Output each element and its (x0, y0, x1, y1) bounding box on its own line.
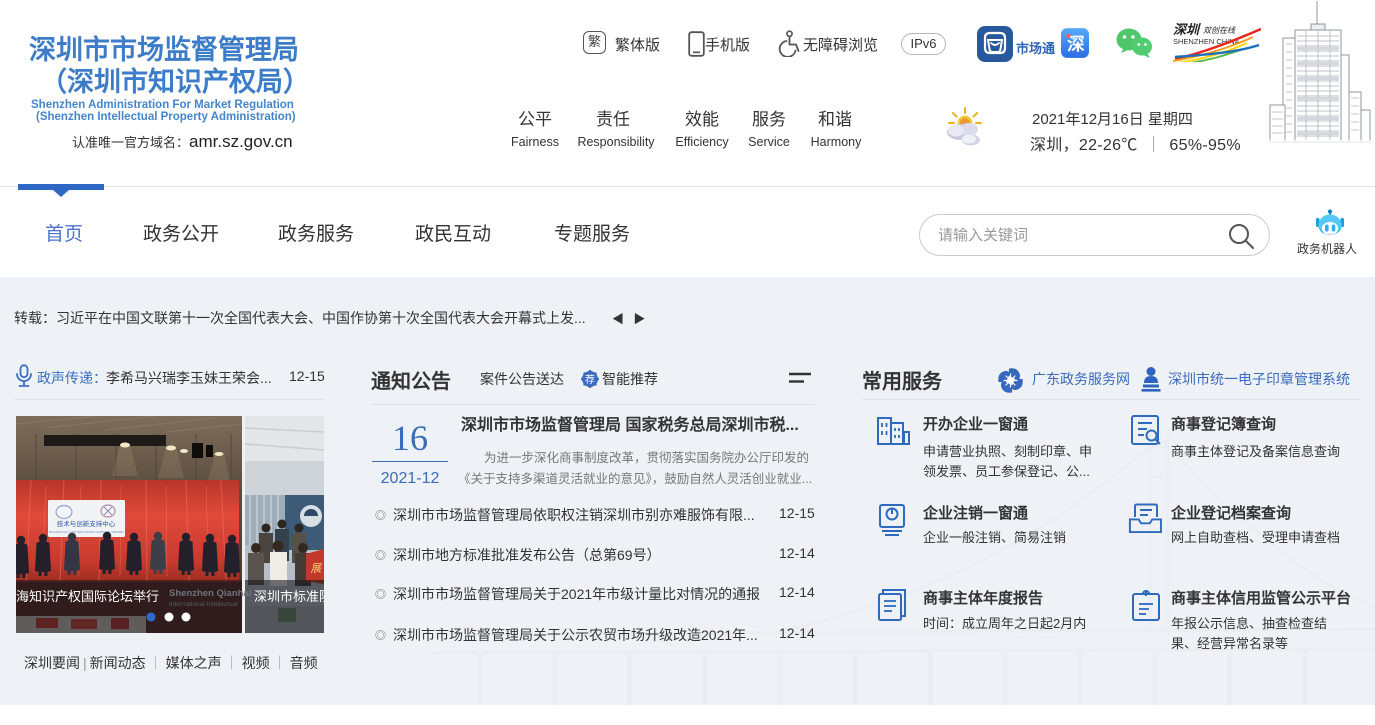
svg-text:海知识产权国际论坛举行: 海知识产权国际论坛举行 (16, 589, 159, 604)
svg-text:深圳市标准院: 深圳市标准院 (254, 589, 324, 604)
svg-text:技术与创新支持中心: 技术与创新支持中心 (57, 519, 116, 528)
svg-text:展: 展 (310, 563, 323, 576)
svg-text:荐: 荐 (585, 374, 595, 386)
svg-text:TECHNOLOGY AND INNOVATION SUPP: TECHNOLOGY AND INNOVATION SUPPORT CENTER (48, 530, 124, 534)
svg-text:Shenzhen Qianhai: Shenzhen Qianhai (169, 588, 251, 599)
svg-text:International Intellectual: International Intellectual (169, 601, 238, 608)
svg-text:深圳: 深圳 (1173, 22, 1201, 37)
svg-text:双创在线: 双创在线 (1203, 26, 1236, 35)
